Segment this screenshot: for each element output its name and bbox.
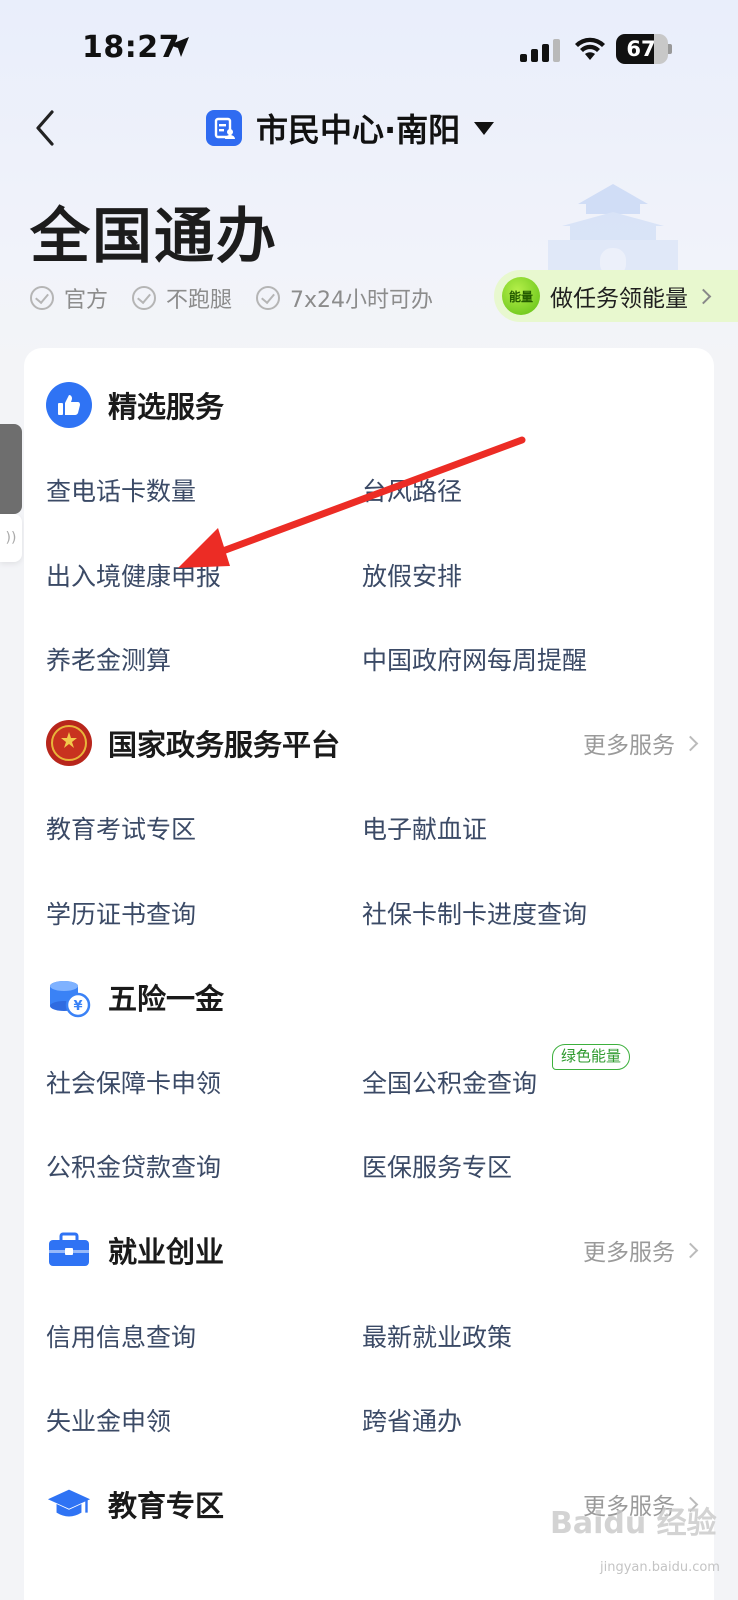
service-item[interactable]: 出入境健康申报 <box>46 557 221 593</box>
section-title: 教育专区 <box>108 1489 225 1523</box>
task-energy-button[interactable]: 能量 做任务领能量 <box>494 270 738 322</box>
battery-level: 67 <box>626 37 656 61</box>
side-float-sound-icon[interactable]: )) <box>0 514 22 562</box>
check-circle-icon <box>256 286 281 310</box>
service-item[interactable]: 失业金申领 <box>46 1402 171 1438</box>
page-title: 全国通办 <box>30 202 278 272</box>
section-title: 国家政务服务平台 <box>108 728 341 762</box>
service-item[interactable]: 医保服务专区 <box>362 1148 512 1184</box>
national-emblem-icon <box>46 720 92 766</box>
citizen-center-icon <box>206 110 242 146</box>
service-item[interactable]: 学历证书查询 <box>46 895 196 931</box>
more-label: 更多服务 <box>583 1240 675 1266</box>
energy-badge-icon: 能量 <box>502 277 540 315</box>
service-item[interactable]: 电子献血证 <box>362 810 487 846</box>
service-item[interactable]: 教育考试专区 <box>46 810 196 846</box>
more-label: 更多服务 <box>583 733 675 759</box>
back-chevron-icon[interactable] <box>28 106 68 150</box>
service-item[interactable]: 社保卡制卡进度查询 <box>362 895 587 931</box>
task-text: 做任务领能量 <box>550 286 688 312</box>
more-services-link[interactable]: 更多服务 <box>583 726 699 760</box>
thumbs-up-icon <box>46 382 92 428</box>
tag-24-7: 7x24小时可办 <box>256 282 433 314</box>
green-energy-badge: 绿色能量 <box>552 1044 631 1070</box>
tag-official: 官方 <box>30 282 108 314</box>
watermark-logo: Baidu 经验 <box>550 1506 717 1541</box>
side-float-handle[interactable] <box>0 424 22 514</box>
section-title: 五险一金 <box>108 982 225 1016</box>
service-item[interactable]: 公积金贷款查询 <box>46 1148 221 1184</box>
service-item[interactable]: 信用信息查询 <box>46 1318 196 1354</box>
city-selector[interactable]: 市民中心·南阳 <box>206 106 495 150</box>
chevron-right-icon <box>682 1242 699 1258</box>
service-item[interactable]: 中国政府网每周提醒 <box>362 641 587 677</box>
tag-label: 官方 <box>64 288 109 313</box>
chevron-right-icon <box>695 288 712 304</box>
briefcase-icon <box>46 1227 92 1273</box>
watermark-url: jingyan.baidu.com <box>600 1560 720 1575</box>
service-item[interactable]: 养老金测算 <box>46 641 171 677</box>
service-item[interactable]: 跨省通办 <box>362 1402 462 1438</box>
service-item[interactable]: 放假安排 <box>362 557 462 593</box>
tag-no-trip: 不跑腿 <box>132 282 232 314</box>
service-item[interactable]: 最新就业政策 <box>362 1318 512 1354</box>
tag-label: 7x24小时可办 <box>290 288 434 313</box>
chevron-right-icon <box>682 735 699 751</box>
building-illustration-icon <box>548 184 678 276</box>
service-item[interactable]: 查电话卡数量 <box>46 472 196 508</box>
check-circle-icon <box>132 286 157 310</box>
section-featured: 精选服务 <box>46 380 696 430</box>
section-title: 精选服务 <box>108 390 225 424</box>
service-item[interactable]: 全国公积金查询 <box>362 1064 537 1100</box>
service-card: 精选服务 查电话卡数量 台风路径 出入境健康申报 放假安排 养老金测算 中国政府… <box>24 348 714 1600</box>
coins-money-icon: ¥ <box>46 974 92 1020</box>
cellular-signal-icon <box>520 39 560 62</box>
battery-icon: 67 <box>616 34 672 64</box>
graduation-cap-icon <box>46 1481 92 1527</box>
nav-title: 市民中心·南阳 <box>256 111 461 149</box>
caret-down-icon <box>474 121 495 135</box>
section-employment: 就业创业 更多服务 <box>46 1225 699 1275</box>
service-item[interactable]: 社会保障卡申领 <box>46 1064 221 1100</box>
section-title: 就业创业 <box>108 1235 225 1269</box>
wifi-icon <box>575 37 605 60</box>
check-circle-icon <box>30 286 54 310</box>
location-arrow-icon <box>169 37 189 57</box>
section-national-platform: 国家政务服务平台 更多服务 <box>46 718 699 768</box>
svg-text:¥: ¥ <box>73 999 82 1014</box>
status-bar: 18:27 67 <box>0 0 738 100</box>
section-insurance-fund: ¥ 五险一金 <box>46 972 696 1022</box>
more-services-link[interactable]: 更多服务 <box>583 1233 699 1267</box>
service-item[interactable]: 台风路径 <box>362 472 462 508</box>
tag-label: 不跑腿 <box>166 288 233 313</box>
service-tags: 官方 不跑腿 7x24小时可办 <box>30 282 457 314</box>
